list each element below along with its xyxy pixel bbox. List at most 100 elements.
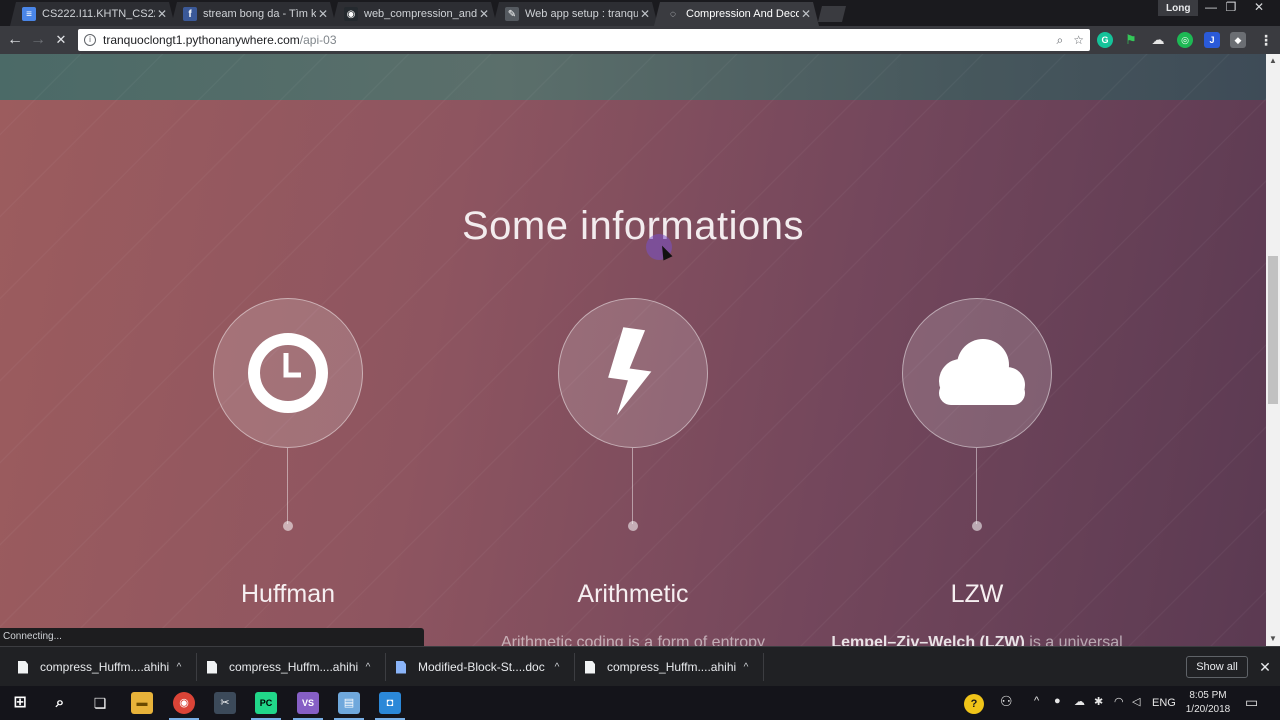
visual-studio-icon[interactable]: VS: [293, 692, 323, 720]
download-name: Modified-Block-St....doc: [418, 660, 545, 674]
chat-extension-icon[interactable]: ◎: [1177, 32, 1193, 48]
download-name: compress_Huffm....ahihi: [607, 660, 737, 674]
file-explorer-icon[interactable]: ▬: [131, 692, 153, 714]
tab-title: CS222.I11.KHTN_CS222.I: [42, 8, 154, 20]
scrollbar-thumb[interactable]: [1268, 256, 1278, 404]
tab-stream-bong-da[interactable]: f stream bong da - Tìm ki ✕: [171, 2, 336, 26]
flag-icon[interactable]: ⚑: [1123, 32, 1139, 48]
pycharm-icon[interactable]: PC: [251, 692, 281, 720]
close-icon[interactable]: ✕: [638, 7, 652, 21]
chevron-up-icon[interactable]: ^: [172, 662, 186, 673]
input-method-icon[interactable]: ✱: [1094, 695, 1103, 708]
page-scrollbar[interactable]: ▲ ▼: [1266, 54, 1280, 646]
zoom-icon[interactable]: ⌕: [1057, 33, 1064, 48]
github-icon: ◉: [344, 7, 358, 21]
close-icon[interactable]: ✕: [799, 7, 813, 21]
scroll-up-icon[interactable]: ▲: [1266, 54, 1280, 68]
show-all-downloads-button[interactable]: Show all: [1186, 656, 1248, 678]
tab-cs222[interactable]: ≡ CS222.I11.KHTN_CS222.I ✕: [10, 2, 175, 26]
download-item[interactable]: Modified-Block-St....doc ^: [386, 653, 575, 681]
tab-github[interactable]: ◉ web_compression_and_d ✕: [332, 2, 497, 26]
page-viewport: Some informations Huffman Arithmetic Ari…: [0, 54, 1266, 646]
notepad-icon[interactable]: ▤: [334, 692, 364, 720]
feature-connector-dot: [628, 521, 638, 531]
feature-description: Lempel–Ziv–Welch (LZW) is a universal: [831, 634, 1123, 646]
wifi-icon[interactable]: ◠: [1114, 695, 1124, 708]
chevron-up-icon[interactable]: ^: [739, 662, 753, 673]
chevron-up-icon[interactable]: ^: [1034, 695, 1039, 707]
feature-connector-line: [287, 448, 288, 524]
close-icon[interactable]: ✕: [316, 7, 330, 21]
facebook-icon: f: [183, 7, 197, 21]
help-icon[interactable]: ?: [964, 694, 984, 714]
tab-title: Web app setup : tranquo: [525, 8, 638, 20]
pythonanywhere-icon: ✎: [505, 7, 519, 21]
notifications-icon[interactable]: ▭: [1245, 694, 1258, 711]
docs-icon: ≡: [22, 7, 36, 21]
site-info-icon[interactable]: i: [84, 34, 96, 46]
feature-connector-line: [976, 448, 977, 524]
close-download-shelf-icon[interactable]: ✕: [1256, 656, 1274, 678]
feature-circle: [558, 298, 708, 448]
language-indicator[interactable]: ENG: [1152, 697, 1176, 709]
new-tab-button[interactable]: [818, 6, 846, 22]
download-item[interactable]: compress_Huffm....ahihi ^: [575, 653, 764, 681]
feature-arithmetic: Arithmetic Arithmetic coding is a form o…: [501, 298, 765, 646]
download-item[interactable]: compress_Huffm....ahihi ^: [8, 653, 197, 681]
close-icon[interactable]: ✕: [155, 7, 169, 21]
forward-icon[interactable]: →: [28, 30, 48, 50]
snipping-tool-icon[interactable]: ✂: [214, 692, 236, 714]
tab-title: web_compression_and_d: [364, 8, 477, 20]
feature-circle: [213, 298, 363, 448]
chevron-up-icon[interactable]: ^: [361, 662, 375, 673]
chrome-icon[interactable]: ◉: [169, 692, 199, 720]
loading-icon: ◌: [670, 8, 676, 20]
download-shelf: compress_Huffm....ahihi ^ compress_Huffm…: [0, 646, 1280, 686]
system-clock[interactable]: 8:05 PM 1/20/2018: [1180, 689, 1236, 717]
url-host: tranquoclongt1.pythonanywhere.com: [103, 33, 300, 47]
tab-compression-active[interactable]: ◌ Compression And Decon ✕: [654, 2, 819, 26]
download-item[interactable]: compress_Huffm....ahihi ^: [197, 653, 386, 681]
tab-title: Compression And Decon: [686, 8, 799, 20]
feature-label: Huffman: [240, 580, 336, 608]
start-icon[interactable]: ⊞: [9, 692, 31, 714]
file-icon: [18, 660, 28, 674]
chevron-up-icon[interactable]: ^: [550, 662, 564, 673]
feature-description: Arithmetic coding is a form of entropy: [500, 634, 766, 646]
file-icon: [585, 660, 595, 674]
download-name: compress_Huffm....ahihi: [40, 660, 170, 674]
j-extension-icon[interactable]: J: [1204, 32, 1220, 48]
address-bar[interactable]: i tranquoclongt1.pythonanywhere.com /api…: [78, 29, 1090, 51]
scroll-down-icon[interactable]: ▼: [1266, 632, 1280, 646]
cloud-extension-icon[interactable]: ☁: [1150, 32, 1166, 48]
feature-lzw: LZW Lempel–Ziv–Welch (LZW) is a universa…: [831, 298, 1123, 646]
loading-status-bubble: Connecting...: [0, 628, 424, 646]
tab-title: stream bong da - Tìm ki: [203, 8, 316, 20]
feature-circle: [902, 298, 1052, 448]
onedrive-icon[interactable]: ●: [1054, 695, 1061, 707]
clock-icon: [248, 333, 328, 413]
url-path: /api-03: [299, 33, 337, 47]
feature-connector-dot: [972, 521, 982, 531]
people-icon[interactable]: ⚇: [1000, 693, 1013, 710]
lightning-icon: [608, 327, 652, 416]
profile-button[interactable]: Long: [1158, 0, 1199, 16]
app-icon[interactable]: ◘: [375, 692, 405, 720]
window-close-icon[interactable]: ✕: [1250, 0, 1268, 16]
search-icon[interactable]: ⌕: [49, 692, 71, 714]
minimize-icon[interactable]: —: [1202, 0, 1220, 16]
task-view-icon[interactable]: ❏: [89, 692, 111, 714]
download-name: compress_Huffm....ahihi: [229, 660, 359, 674]
restore-icon[interactable]: ❐: [1222, 0, 1240, 16]
cloud-icon[interactable]: ☁: [1074, 695, 1085, 708]
bookmark-star-icon[interactable]: ☆: [1073, 33, 1084, 48]
volume-icon[interactable]: ◁: [1132, 695, 1140, 708]
feature-connector-dot: [283, 521, 293, 531]
grammarly-icon[interactable]: G: [1097, 32, 1113, 48]
tab-web-app-setup[interactable]: ✎ Web app setup : tranquo ✕: [493, 2, 658, 26]
menu-icon[interactable]: ⋮: [1258, 32, 1274, 48]
back-icon[interactable]: ←: [5, 30, 25, 50]
bulb-extension-icon[interactable]: ◆: [1230, 32, 1246, 48]
stop-loading-icon[interactable]: ✕: [51, 30, 71, 50]
close-icon[interactable]: ✕: [477, 7, 491, 21]
